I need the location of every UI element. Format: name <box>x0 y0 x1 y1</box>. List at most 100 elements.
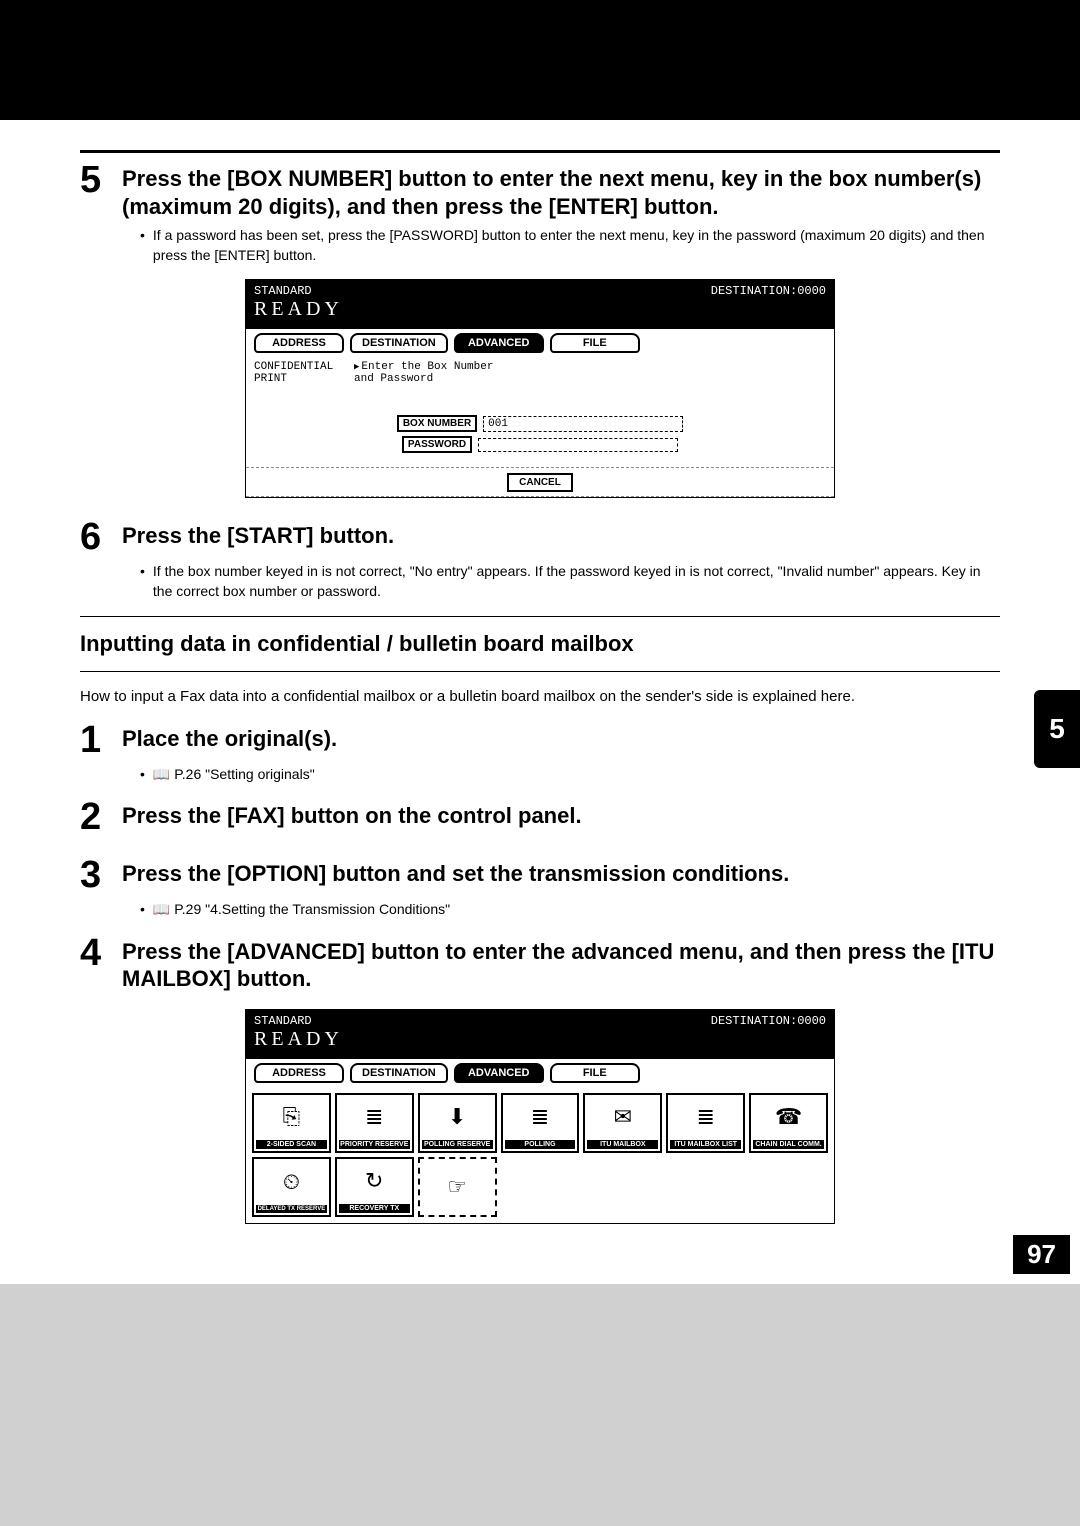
step-title: Press the [BOX NUMBER] button to enter t… <box>122 161 1000 220</box>
step-6-bullets: • If the box number keyed in is not corr… <box>140 562 1000 601</box>
b-step-4: 4 Press the [ADVANCED] button to enter t… <box>80 934 1000 993</box>
step-6: 6 Press the [START] button. <box>80 518 1000 556</box>
bullet-dot: • <box>140 562 145 601</box>
section-rule-bottom <box>80 671 1000 672</box>
section-rule-top <box>80 616 1000 617</box>
tab-address[interactable]: ADDRESS <box>254 1063 344 1083</box>
tab-advanced[interactable]: ADVANCED <box>454 1063 544 1083</box>
btn-chain-dial-comm[interactable]: ☎ CHAIN DIAL COMM. <box>749 1093 828 1153</box>
screen-status-bar: STANDARD DESTINATION:0000 READY <box>246 1010 834 1059</box>
btn-2sided-scan[interactable]: ⎘ 2-SIDED SCAN <box>252 1093 331 1153</box>
lcd-screen-1: STANDARD DESTINATION:0000 READY ADDRESS … <box>245 279 835 498</box>
step-title: Press the [OPTION] button and set the tr… <box>122 856 789 888</box>
step-number: 1 <box>80 721 108 759</box>
empty-cell <box>749 1157 828 1217</box>
password-input[interactable] <box>478 438 678 452</box>
empty-cell <box>501 1157 580 1217</box>
download-icon: ⬇ <box>448 1097 466 1138</box>
page-number: 97 <box>1013 1235 1070 1274</box>
tab-file[interactable]: FILE <box>550 1063 640 1083</box>
cell-label: POLLING <box>505 1140 576 1149</box>
advanced-grid: ⎘ 2-SIDED SCAN ≣ PRIORITY RESERVE ⬇ POLL… <box>246 1087 834 1223</box>
rule-top <box>80 150 1000 153</box>
tab-destination[interactable]: DESTINATION <box>350 333 448 353</box>
status-standard: STANDARD <box>254 284 711 298</box>
bullet-dot: • <box>140 765 145 785</box>
bullet-text: If a password has been set, press the [P… <box>153 226 1000 265</box>
screen-status-bar: STANDARD DESTINATION:0000 READY <box>246 280 834 329</box>
confidential-print-label: CONFIDENTIAL PRINT <box>254 361 354 385</box>
b-step-3-bullets: • 📖 P.29 "4.Setting the Transmission Con… <box>140 900 1000 920</box>
btn-priority-reserve[interactable]: ≣ PRIORITY RESERVE <box>335 1093 414 1153</box>
lcd-screen-2: STANDARD DESTINATION:0000 READY ADDRESS … <box>245 1009 835 1224</box>
ref-text: P.26 "Setting originals" <box>174 766 314 782</box>
btn-disabled: ☞ <box>418 1157 497 1217</box>
recycle-icon: ↻ <box>365 1161 383 1202</box>
b-step-2: 2 Press the [FAX] button on the control … <box>80 798 1000 836</box>
list-icon: ≣ <box>531 1097 549 1138</box>
tab-destination[interactable]: DESTINATION <box>350 1063 448 1083</box>
cell-label: DELAYED TX RESERVE <box>256 1205 327 1213</box>
password-row: PASSWORD <box>254 436 826 453</box>
b-step-3: 3 Press the [OPTION] button and set the … <box>80 856 1000 894</box>
enter-box-prompt: Enter the Box Number and Password <box>354 361 826 385</box>
step-5: 5 Press the [BOX NUMBER] button to enter… <box>80 161 1000 220</box>
cell-label: PRIORITY RESERVE <box>339 1140 410 1149</box>
tab-address[interactable]: ADDRESS <box>254 333 344 353</box>
clock-icon: ⏲ <box>283 1161 300 1203</box>
btn-polling[interactable]: ≣ POLLING <box>501 1093 580 1153</box>
b-step-1-bullets: • 📖 P.26 "Setting originals" <box>140 765 1000 785</box>
list-icon: ≣ <box>696 1097 714 1138</box>
section-description: How to input a Fax data into a confident… <box>80 686 1000 707</box>
btn-polling-reserve[interactable]: ⬇ POLLING RESERVE <box>418 1093 497 1153</box>
hand-icon: ☞ <box>447 1161 467 1213</box>
tab-file[interactable]: FILE <box>550 333 640 353</box>
two-sided-icon: ⎘ <box>283 1097 301 1138</box>
step-title: Press the [FAX] button on the control pa… <box>122 798 582 830</box>
book-icon: 📖 <box>153 901 170 917</box>
bullet-dot: • <box>140 226 145 265</box>
screen-tabs: ADDRESS DESTINATION ADVANCED FILE <box>246 329 834 357</box>
empty-cell <box>583 1157 662 1217</box>
page-body: 5 Press the [BOX NUMBER] button to enter… <box>0 120 1080 1284</box>
mailbox-icon: ✉ <box>614 1097 632 1138</box>
box-number-input[interactable]: 001 <box>483 416 683 432</box>
bullet-ref: 📖 P.26 "Setting originals" <box>153 765 1000 785</box>
cancel-button[interactable]: CANCEL <box>507 473 573 492</box>
step-title: Press the [ADVANCED] button to enter the… <box>122 934 1000 993</box>
bullet-dot: • <box>140 900 145 920</box>
status-ready: READY <box>254 298 826 321</box>
btn-itu-mailbox[interactable]: ✉ ITU MAILBOX <box>583 1093 662 1153</box>
ref-text: P.29 "4.Setting the Transmission Conditi… <box>174 901 450 917</box>
step-number: 5 <box>80 161 108 199</box>
step-number: 3 <box>80 856 108 894</box>
cell-label: RECOVERY TX <box>339 1204 410 1213</box>
btn-recovery-tx[interactable]: ↻ RECOVERY TX <box>335 1157 414 1217</box>
cell-label: CHAIN DIAL COMM. <box>753 1140 824 1149</box>
box-number-button[interactable]: BOX NUMBER <box>397 415 477 432</box>
cell-label: 2-SIDED SCAN <box>256 1140 327 1149</box>
tab-advanced[interactable]: ADVANCED <box>454 333 544 353</box>
btn-itu-mailbox-list[interactable]: ≣ ITU MAILBOX LIST <box>666 1093 745 1153</box>
btn-delayed-tx-reserve[interactable]: ⏲ DELAYED TX RESERVE <box>252 1157 331 1217</box>
status-destination: DESTINATION:0000 <box>711 284 826 298</box>
book-icon: 📖 <box>153 766 170 782</box>
cell-label: ITU MAILBOX <box>587 1140 658 1149</box>
screen-tabs: ADDRESS DESTINATION ADVANCED FILE <box>246 1059 834 1087</box>
step-number: 4 <box>80 934 108 972</box>
step-5-bullets: • If a password has been set, press the … <box>140 226 1000 265</box>
password-button[interactable]: PASSWORD <box>402 436 472 453</box>
box-number-row: BOX NUMBER 001 <box>254 415 826 432</box>
b-step-1: 1 Place the original(s). <box>80 721 1000 759</box>
step-title: Press the [START] button. <box>122 518 394 550</box>
bullet-text: If the box number keyed in is not correc… <box>153 562 1000 601</box>
empty-cell <box>666 1157 745 1217</box>
bullet-ref: 📖 P.29 "4.Setting the Transmission Condi… <box>153 900 1000 920</box>
cell-label: ITU MAILBOX LIST <box>670 1140 741 1149</box>
status-standard: STANDARD <box>254 1014 711 1028</box>
chapter-tab: 5 <box>1034 690 1080 768</box>
cell-label: POLLING RESERVE <box>422 1140 493 1149</box>
section-heading: Inputting data in confidential / bulleti… <box>80 631 1000 657</box>
step-number: 2 <box>80 798 108 836</box>
status-destination: DESTINATION:0000 <box>711 1014 826 1028</box>
